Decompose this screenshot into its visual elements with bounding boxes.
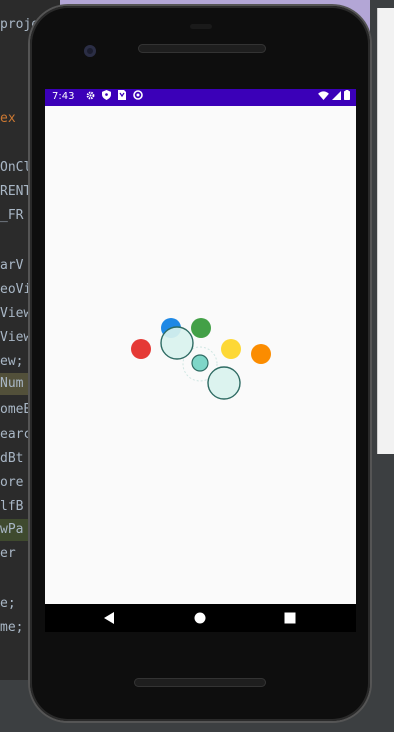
top-speaker [138,44,266,53]
red-dot [131,339,151,359]
navigation-bar [45,604,356,632]
at-icon [133,90,143,100]
gear-icon [85,90,95,100]
yellow-dot [221,339,241,359]
home-icon[interactable] [193,610,209,626]
battery-icon [344,90,350,103]
wifi-icon [318,90,329,103]
status-bar: 7:43 [45,89,356,106]
bottom-speaker [134,678,266,687]
ide-preview-panel [377,8,394,454]
earpiece [190,24,212,29]
status-left-icons [85,90,143,100]
recents-icon[interactable] [283,610,299,626]
app-content [45,106,356,604]
back-icon[interactable] [102,610,118,626]
sim-icon [117,90,127,100]
front-camera-icon [84,45,96,57]
orange-dot [251,344,271,364]
status-right-icons [318,90,350,103]
shield-icon [101,90,111,100]
bubble-animation [131,318,271,400]
status-time: 7:43 [52,91,75,102]
teal-bubble-small [191,354,209,372]
phone-screen: 7:43 [45,89,356,632]
signal-icon [332,90,341,103]
teal-bubble-large-2 [207,366,241,400]
teal-bubble-large-1 [160,326,194,360]
green-dot [191,318,211,338]
